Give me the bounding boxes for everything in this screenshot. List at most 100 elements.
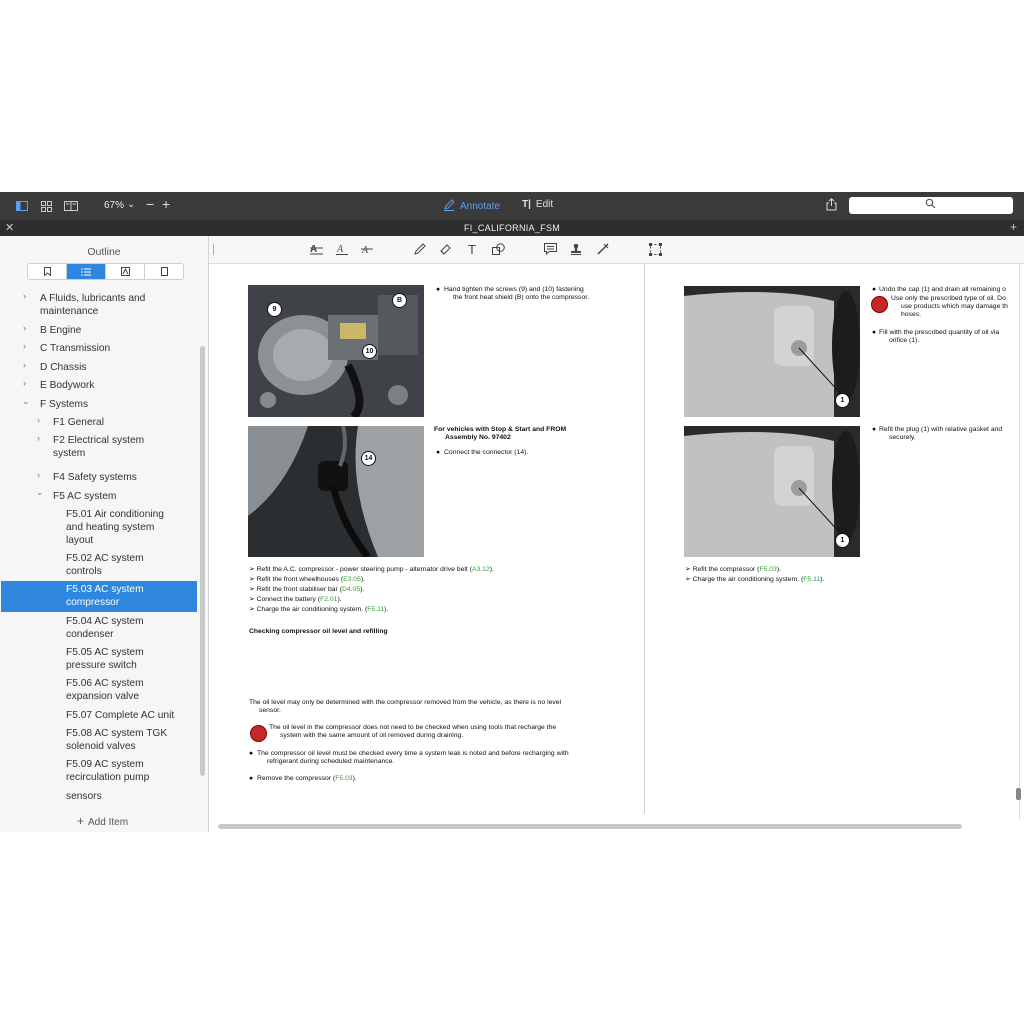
zoom-level[interactable]: 67% [104,200,124,211]
horizontal-scrollbar[interactable] [218,824,962,829]
annotate-button[interactable]: Annotate [443,199,500,214]
chevron-right-icon[interactable]: › [23,378,26,388]
chevron-right-icon[interactable]: › [23,291,26,301]
outline-item-f5-06-cont[interactable]: expansion valve [66,690,139,703]
bookmark-tab-icon[interactable] [28,264,67,279]
shapes-icon[interactable] [491,242,505,256]
annotate-label: Annotate [460,201,501,212]
outline-item-f5-01-cont2[interactable]: layout [66,534,93,547]
outline-item-f2[interactable]: F2 Electrical system [53,434,144,447]
share-icon[interactable] [826,198,837,214]
text-highlight-icon[interactable]: A [309,242,323,256]
svg-text:A: A [310,244,317,255]
chevron-down-icon[interactable]: ⌄ [22,396,30,407]
hand-tighten-text-2: the front heat shield (B) onto the compr… [453,294,590,301]
vertical-scrollbar-thumb[interactable] [1016,788,1021,800]
outline-item-sensors-fragment[interactable]: sensors [66,790,102,803]
add-item-button[interactable]: + Add Item [77,814,128,828]
selection-icon[interactable] [648,242,662,256]
outline-item-f5-04-cont[interactable]: condenser [66,628,114,641]
outline-item-f4[interactable]: F4 Safety systems [53,471,137,484]
outline-item-f5-09[interactable]: F5.09 AC system [66,758,144,771]
link-f2-01[interactable]: F2.01 [320,596,337,603]
chevron-right-icon[interactable]: › [37,415,40,425]
step-text: ➢ Refit the compressor ( [685,566,760,573]
outline-item-a[interactable]: A Fluids, lubricants and [40,292,145,305]
outline-item-e[interactable]: E Bodywork [40,379,94,392]
stop-start-heading-2: Assembly No. 97402 [445,434,511,441]
oil-note-2: sensor. [259,707,281,714]
callout-b: B [392,293,407,308]
pencil-icon[interactable] [413,242,427,256]
oil-type-warning-3: hoses. [901,311,922,318]
edit-button[interactable]: T| Edit [522,199,553,210]
chevron-right-icon[interactable]: › [23,341,26,351]
callout-9: 9 [267,302,282,317]
step-text: Remove the compressor ( [257,775,336,782]
outline-item-f5-07[interactable]: F5.07 Complete AC unit [66,709,174,722]
link-f5-11[interactable]: F5.11 [367,606,384,613]
link-e3-05[interactable]: E3.05 [343,576,361,583]
chevron-down-icon[interactable]: ⌄ [127,199,135,210]
outline-item-d[interactable]: D Chassis [40,361,86,374]
outline-item-f5-02[interactable]: F5.02 AC system [66,552,144,565]
two-page-view-icon[interactable] [63,198,79,214]
outline-item-f5-03-cont[interactable]: compressor [66,596,119,609]
thumbnail-grid-icon[interactable] [38,198,54,214]
sidebar-scrollbar[interactable] [200,346,205,776]
outline-item-f5-01-cont[interactable]: and heating system [66,521,154,534]
outline-item-f5-05-cont[interactable]: pressure switch [66,659,137,672]
sidebar-toggle-icon[interactable] [14,198,30,214]
chevron-down-icon[interactable]: ⌄ [36,487,44,498]
page-tab-icon[interactable] [145,264,183,279]
text-underline-icon[interactable]: A [335,242,349,256]
signature-icon[interactable] [596,242,610,256]
stamp-icon[interactable] [569,242,583,256]
link-f5-03[interactable]: F5.03 [335,775,352,782]
outline-item-f5-01[interactable]: F5.01 Air conditioning [66,508,164,521]
outline-item-f5-04[interactable]: F5.04 AC system [66,615,144,628]
outline-item-f5[interactable]: F5 AC system [53,490,116,503]
connect-connector-text: Connect the connector (14). [444,449,529,456]
chevron-right-icon[interactable]: › [23,360,26,370]
sidebar-title: Outline [87,246,121,258]
outline-item-f5-08[interactable]: F5.08 AC system TGK [66,727,167,740]
outline-item-f[interactable]: F Systems [40,398,88,411]
outline-item-f3-fragment[interactable]: system [53,447,85,460]
eraser-icon[interactable] [439,242,453,256]
refit-plug-text-2: securely. [889,434,916,441]
outline-item-b[interactable]: B Engine [40,324,81,337]
annotations-tab-icon[interactable] [106,264,145,279]
text-cursor-icon: T| [522,199,531,210]
step-text: ➢ Charge the air conditioning system. ( [249,606,368,613]
page-edge [1019,264,1020,820]
outline-item-f5-09-cont[interactable]: recirculation pump [66,771,149,784]
chevron-right-icon[interactable]: › [37,470,40,480]
chevron-right-icon[interactable]: › [23,323,26,333]
outline-item-f5-03[interactable]: F5.03 AC system [66,583,144,596]
chevron-right-icon[interactable]: › [37,433,40,443]
toolbar-grip [213,244,214,255]
zoom-out-button[interactable]: − [146,196,154,212]
link-d4-05[interactable]: D4.05 [342,586,360,593]
outline-list-tab-icon[interactable] [67,264,106,279]
zoom-in-button[interactable]: + [162,196,170,212]
text-tool-icon[interactable]: T [465,242,479,257]
outline-item-a-cont[interactable]: maintenance [40,305,98,318]
outline-item-f5-08-cont[interactable]: solenoid valves [66,740,136,753]
new-tab-button[interactable]: + [1010,220,1017,234]
note-icon[interactable] [543,242,557,256]
leak-check-text-2: refrigerant during scheduled maintenance… [267,758,395,765]
outline-item-f5-02-cont[interactable]: controls [66,565,102,578]
step-text: ➢ Connect the battery ( [249,596,321,603]
link-f5-11[interactable]: F5.11 [803,576,820,583]
outline-item-c[interactable]: C Transmission [40,342,110,355]
outline-item-f1[interactable]: F1 General [53,416,104,429]
outline-item-f5-05[interactable]: F5.05 AC system [66,646,144,659]
link-a3-12[interactable]: A3.12 [472,566,490,573]
search-input[interactable] [849,197,1013,214]
text-strikethrough-icon[interactable]: A [360,242,374,256]
outline-item-f5-06[interactable]: F5.06 AC system [66,677,144,690]
search-icon [925,198,936,212]
link-f5-03[interactable]: F5.03 [759,566,776,573]
